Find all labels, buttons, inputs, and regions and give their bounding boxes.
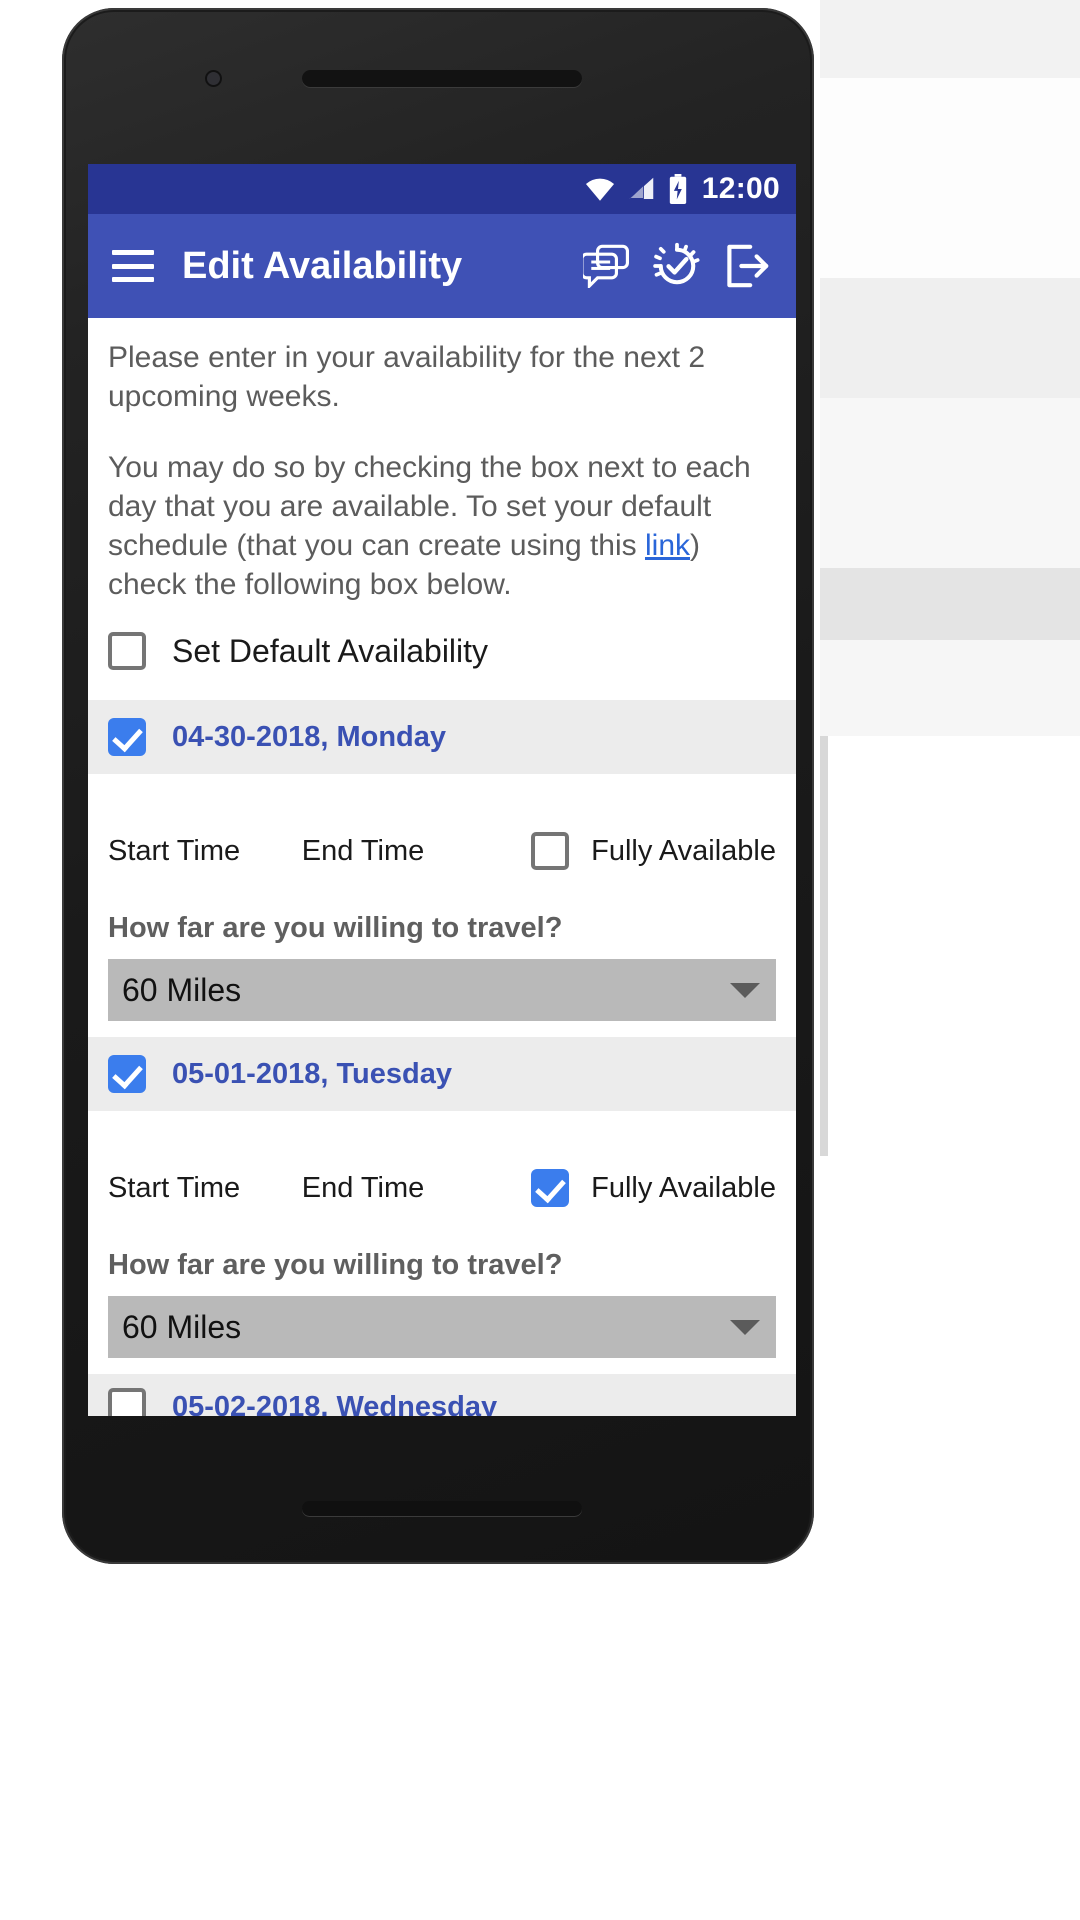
intro-text-block: Please enter in your availability for th… [88,338,796,604]
pending-approval-icon[interactable] [646,235,708,297]
end-time-button[interactable]: End Time [302,835,531,868]
chevron-down-icon [730,1319,760,1335]
fully-available-checkbox[interactable] [531,832,570,870]
front-camera-icon [205,70,222,87]
hamburger-menu-icon[interactable] [112,250,154,282]
start-time-button[interactable]: Start Time [108,1172,302,1205]
screenshot-canvas: 12:00 Edit Availability Please enter in … [0,0,1080,1920]
status-bar-clock: 12:00 [701,172,780,205]
day-header-row[interactable]: 05-02-2018, Wednesday [88,1374,796,1416]
fully-available-label: Fully Available [591,1171,776,1204]
travel-distance-dropdown[interactable]: 60 Miles [108,1296,776,1358]
day-label: 05-01-2018, Tuesday [172,1057,452,1090]
background-artifact [820,568,1080,640]
travel-distance-question: How far are you willing to travel? [108,1249,563,1281]
logout-icon[interactable] [716,235,778,297]
chevron-down-icon [730,982,760,998]
background-artifact [820,0,1080,78]
travel-distance-question: How far are you willing to travel? [108,912,563,944]
day-detail-panel: Start Time End Time Fully Available How … [88,1111,796,1358]
set-default-availability-checkbox[interactable] [108,632,146,670]
end-time-button[interactable]: End Time [302,1172,531,1205]
phone-device-frame: 12:00 Edit Availability Please enter in … [62,8,814,1564]
fully-available-label: Fully Available [591,834,776,867]
day-availability-checkbox[interactable] [108,1055,146,1093]
fully-available-row[interactable]: Fully Available [531,832,776,870]
start-time-button[interactable]: Start Time [108,835,302,868]
background-artifact [820,278,1080,398]
app-bar: Edit Availability [88,214,796,318]
day-availability-checkbox[interactable] [108,1388,146,1416]
status-bar: 12:00 [88,164,796,214]
travel-distance-value: 60 Miles [122,1308,242,1345]
phone-screen: 12:00 Edit Availability Please enter in … [88,164,796,1416]
fully-available-row[interactable]: Fully Available [531,1169,776,1207]
background-artifact [820,78,1080,278]
time-selection-row: Start Time End Time Fully Available [108,774,776,870]
travel-distance-value: 60 Miles [122,971,242,1008]
day-detail-panel: Start Time End Time Fully Available How … [88,774,796,1021]
default-schedule-link[interactable]: link [645,529,690,562]
set-default-availability-row[interactable]: Set Default Availability [88,604,796,700]
background-artifact [820,640,1080,736]
wifi-icon [584,176,616,202]
set-default-availability-label: Set Default Availability [172,632,489,669]
page-title: Edit Availability [182,244,463,287]
day-label: 05-02-2018, Wednesday [172,1390,498,1417]
background-artifact [820,736,828,1156]
intro-paragraph-1: Please enter in your availability for th… [108,341,705,413]
bottom-speaker [302,1501,582,1516]
earpiece-speaker [302,70,582,87]
messages-icon[interactable] [576,235,638,297]
day-availability-checkbox[interactable] [108,718,146,756]
day-header-row[interactable]: 05-01-2018, Tuesday [88,1037,796,1111]
cell-signal-icon [627,176,657,202]
time-selection-row: Start Time End Time Fully Available [108,1111,776,1207]
day-header-row[interactable]: 04-30-2018, Monday [88,700,796,774]
day-label: 04-30-2018, Monday [172,720,447,753]
background-artifact [820,398,1080,568]
travel-distance-dropdown[interactable]: 60 Miles [108,959,776,1021]
intro-paragraph-2: You may do so by checking the box next t… [108,448,776,604]
battery-charging-icon [668,174,688,204]
availability-form: Please enter in your availability for th… [88,318,796,1416]
fully-available-checkbox[interactable] [531,1169,570,1207]
